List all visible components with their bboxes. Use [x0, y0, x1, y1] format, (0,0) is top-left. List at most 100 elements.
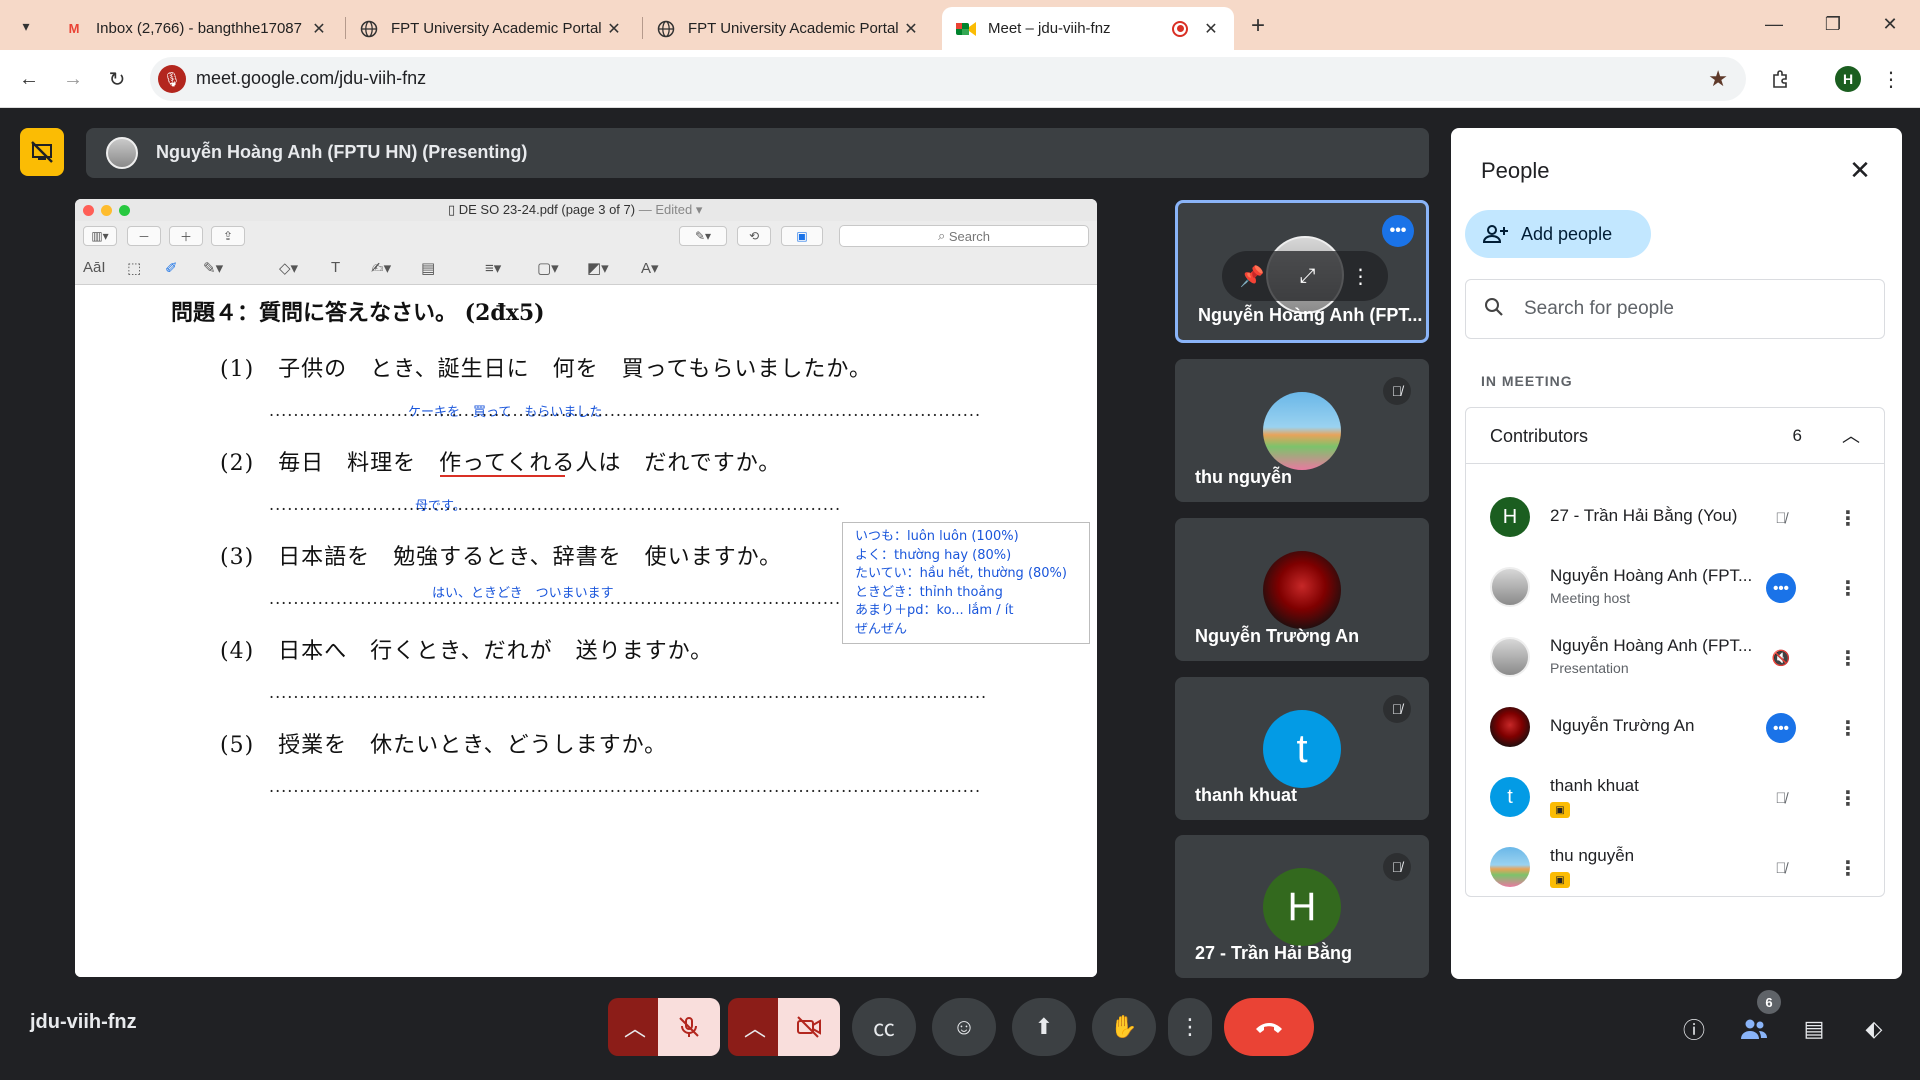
fullscreen-icon[interactable]: ⤢ [1299, 265, 1315, 288]
avatar [1490, 707, 1530, 747]
camera-toggle-button[interactable] [778, 998, 840, 1056]
presenting-label: Nguyễn Hoàng Anh (FPTU HN) (Presenting) [156, 142, 528, 162]
more-vert-icon[interactable]: ⋮ [1836, 643, 1860, 673]
video-options-button[interactable]: ︿ [728, 998, 782, 1056]
people-count-badge: 6 [1757, 990, 1781, 1014]
avatar [1490, 847, 1530, 887]
note-icon: ▤ [421, 260, 436, 277]
present-button[interactable]: ⬆ [1012, 998, 1076, 1056]
leave-call-button[interactable] [1224, 998, 1314, 1056]
speaking-indicator-icon: ••• [1766, 573, 1796, 603]
reactions-button[interactable]: ☺ [932, 998, 996, 1056]
raise-hand-button[interactable]: ✋ [1092, 998, 1156, 1056]
shapes-icon: ◇▾ [279, 260, 299, 277]
tile-name: thu nguyễn [1195, 467, 1292, 487]
note-line: あまり＋pd：ko... lắm / ít [855, 603, 1014, 618]
list-item: Nguyễn Hoàng Anh (FPT... Presentation 🔇 … [1466, 622, 1884, 692]
participant-tile[interactable]: H 🎙̸ 27 - Trần Hải Bằng [1175, 835, 1429, 978]
more-vert-icon[interactable]: ⋮ [1836, 573, 1860, 603]
microphone-toggle-button[interactable] [658, 998, 720, 1056]
address-bar[interactable]: 🎙 meet.google.com/jdu-viih-fnz ★ [150, 57, 1746, 101]
selection-icon: ⬚ [127, 260, 142, 277]
extensions-button[interactable] [1766, 64, 1796, 94]
tab-fpt-portal-1[interactable]: FPT University Academic Portal ✕ [345, 7, 637, 50]
tab-fpt-portal-2[interactable]: FPT University Academic Portal ✕ [642, 7, 934, 50]
markup-icon: ✎▾ [679, 226, 727, 246]
mic-off-icon[interactable]: 🎙̸ [1766, 783, 1796, 813]
meeting-details-button[interactable]: ⓘ [1672, 1007, 1716, 1051]
reload-button[interactable]: ↻ [102, 64, 132, 94]
back-button[interactable]: ← [14, 64, 44, 94]
more-vert-icon[interactable]: ⋮ [1836, 783, 1860, 813]
window-close-button[interactable]: ✕ [1870, 10, 1910, 38]
add-people-button[interactable]: Add people [1465, 210, 1651, 258]
restore-button[interactable]: ❐ [1813, 10, 1853, 38]
participant-role: Presentation [1550, 660, 1629, 676]
activities-button[interactable]: ⬖ [1852, 1007, 1896, 1051]
pin-icon[interactable]: 📌 [1240, 264, 1265, 289]
volume-off-icon[interactable]: 🔇 [1766, 643, 1796, 673]
close-panel-button[interactable]: ✕ [1842, 152, 1878, 188]
tab-search-button[interactable]: ▾ [10, 10, 42, 42]
answer-line: ........................................… [269, 401, 979, 420]
document-title: DE SO 23-24.pdf (page 3 of 7) [458, 202, 636, 217]
close-icon[interactable]: ✕ [603, 18, 625, 40]
participant-tile[interactable]: t 🎙̸ thanh khuat [1175, 677, 1429, 820]
close-icon[interactable]: ✕ [900, 18, 922, 40]
close-icon[interactable]: ✕ [1200, 18, 1222, 40]
search-icon: ⌕ [937, 228, 949, 243]
chat-button[interactable]: ▤ [1792, 1007, 1836, 1051]
answer-line: ........................................… [269, 683, 987, 702]
search-people-box [1465, 279, 1885, 339]
browser-toolbar: ← → ↻ 🎙 meet.google.com/jdu-viih-fnz ★ H… [0, 50, 1920, 108]
participant-tile[interactable]: 📌 ⤢ ⋮ ••• Nguyễn Hoàng Anh (FPT... [1175, 200, 1429, 343]
note-line: ときどき：thỉnh thoảng [855, 584, 1003, 600]
mic-off-icon[interactable]: 🎙̸ [1766, 503, 1796, 533]
people-icon [1741, 1019, 1767, 1039]
annotation-note: いつも：luôn luôn (100%) よく：thường hay (80%)… [842, 522, 1090, 644]
minimize-button[interactable]: — [1754, 10, 1794, 38]
arrow-left-icon: ← [19, 67, 39, 90]
zoom-out-icon: － [127, 226, 161, 246]
avatar: H [1263, 868, 1341, 946]
more-options-button[interactable]: ⋮ [1168, 998, 1212, 1056]
participant-tile[interactable]: 🎙̸ thu nguyễn [1175, 359, 1429, 502]
more-vert-icon: ⋮ [1179, 1014, 1201, 1039]
more-vert-icon[interactable]: ⋮ [1836, 503, 1860, 533]
audio-options-button[interactable]: ︿ [608, 998, 662, 1056]
red-underline [440, 475, 565, 477]
tile-name: thanh khuat [1195, 785, 1297, 805]
more-vert-icon[interactable]: ⋮ [1836, 713, 1860, 743]
globe-icon [656, 19, 676, 39]
mic-off-icon: 🎙̸ [1383, 377, 1411, 405]
tab-meet[interactable]: Meet – jdu-viih-fnz ✕ [942, 7, 1234, 50]
more-vert-icon[interactable]: ⋮ [1836, 853, 1860, 883]
captions-button[interactable]: ㏄ [852, 998, 916, 1056]
preview-toolbar: ▥▾ － ＋ ⇪ ✎▾ ⟲ ▣ ⌕ Search [75, 221, 1097, 251]
mic-off-icon[interactable]: 🎙̸ [1766, 853, 1796, 883]
participant-tile[interactable]: Nguyễn Trường An [1175, 518, 1429, 661]
answer-line: ........................................… [269, 777, 981, 796]
arrow-right-icon: → [63, 67, 83, 90]
stop-presenting-icon[interactable] [20, 128, 64, 176]
forward-button[interactable]: → [58, 64, 88, 94]
tab-gmail[interactable]: M Inbox (2,766) - bangthhe17087 ✕ [50, 7, 342, 50]
list-item: Nguyễn Trường An ••• ⋮ [1466, 692, 1884, 762]
mac-minimize-button [101, 205, 112, 216]
tile-actions: 📌 ⤢ ⋮ [1222, 251, 1388, 301]
close-icon: ✕ [1849, 154, 1871, 185]
contributors-header[interactable]: Contributors 6 ︿ [1466, 408, 1884, 464]
chrome-menu-button[interactable]: ⋮ [1876, 64, 1906, 94]
more-vert-icon[interactable]: ⋮ [1350, 264, 1370, 289]
chevron-up-icon[interactable]: ︿ [1836, 420, 1866, 450]
microphone-icon[interactable]: 🎙 [158, 65, 186, 93]
profile-avatar[interactable]: H [1835, 66, 1861, 92]
avatar: H [1490, 497, 1530, 537]
bookmark-star-icon[interactable]: ★ [1708, 66, 1728, 92]
close-icon[interactable]: ✕ [308, 18, 330, 40]
new-tab-button[interactable]: + [1244, 12, 1272, 40]
participant-name: thu nguyễn [1550, 846, 1635, 865]
participant-name: Nguyễn Hoàng Anh (FPT... [1550, 636, 1753, 655]
avatar [1490, 567, 1530, 607]
search-people-input[interactable] [1524, 294, 1864, 324]
